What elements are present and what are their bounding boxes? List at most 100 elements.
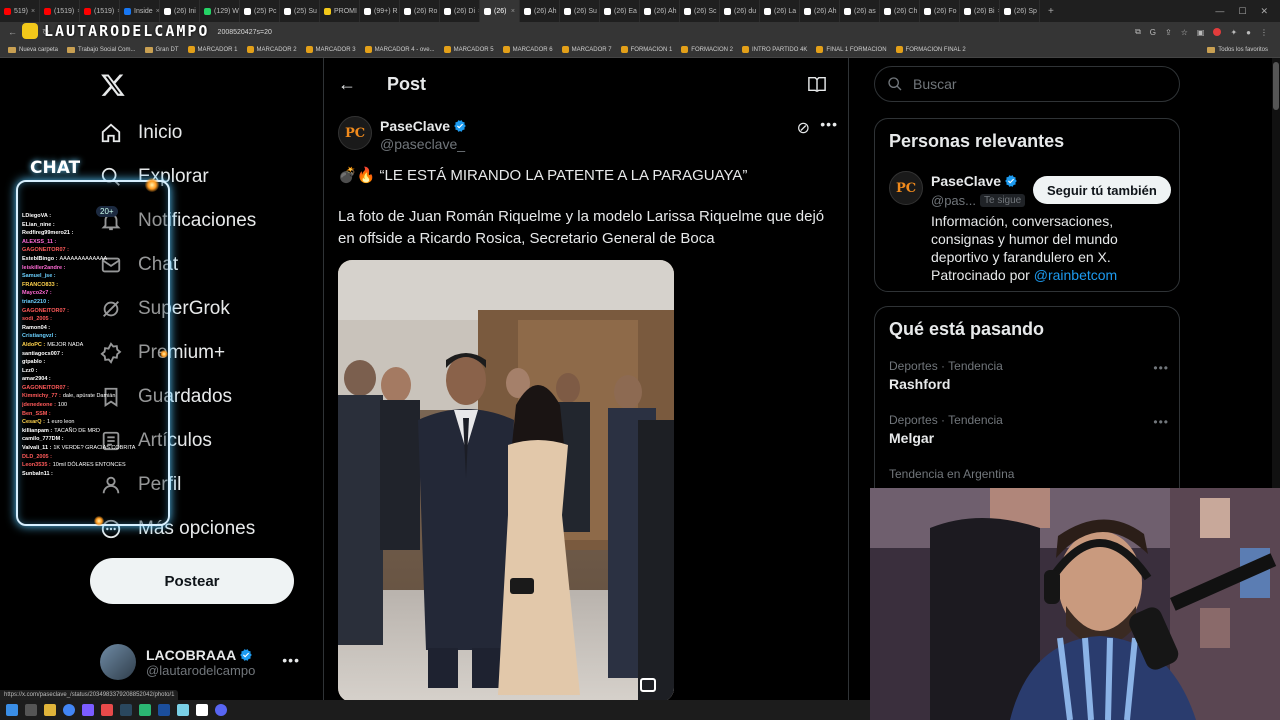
- new-tab-icon[interactable]: +: [1040, 6, 1062, 17]
- bookmark-item[interactable]: FORMACION FINAL 2: [895, 46, 966, 53]
- browser-tab[interactable]: (26) Sc×: [680, 0, 720, 22]
- close-icon[interactable]: ×: [31, 8, 35, 15]
- browser-tab[interactable]: (26) Fo×: [920, 0, 960, 22]
- nav-item-inicio[interactable]: Inicio: [100, 118, 182, 148]
- chrome-icon[interactable]: [63, 704, 75, 716]
- back-arrow-icon[interactable]: ←: [338, 74, 356, 95]
- app-icon[interactable]: [139, 704, 151, 716]
- post-button[interactable]: Postear: [90, 558, 294, 604]
- bookmark-item[interactable]: FORMACION 1: [620, 46, 672, 53]
- author-handle[interactable]: @paseclave_: [380, 136, 465, 152]
- more-icon[interactable]: •••: [282, 652, 300, 668]
- star-icon[interactable]: ☆: [1181, 28, 1188, 37]
- browser-tab[interactable]: 519) ×: [0, 0, 40, 22]
- bookmark-item[interactable]: MARCADOR 3: [305, 46, 356, 53]
- browser-tab[interactable]: (26) Ah×: [520, 0, 560, 22]
- search-box[interactable]: [874, 66, 1180, 102]
- browser-tab[interactable]: (25) Pc×: [240, 0, 280, 22]
- browser-tab[interactable]: (1519)×: [80, 0, 120, 22]
- maximize-icon[interactable]: ☐: [1238, 6, 1246, 17]
- more-icon[interactable]: •••: [1153, 415, 1169, 429]
- steam-icon[interactable]: [120, 704, 132, 716]
- bookmark-item[interactable]: Trabajo Social Com...: [67, 46, 136, 53]
- folder-icon[interactable]: [44, 704, 56, 716]
- back-nav-icon[interactable]: ←: [8, 27, 17, 37]
- cast-icon[interactable]: ⧉: [1135, 27, 1141, 37]
- bookmark-item[interactable]: MARCADOR 7: [561, 46, 612, 53]
- browser-tab[interactable]: (26) Ah×: [640, 0, 680, 22]
- extensions-icon[interactable]: ▣: [1197, 28, 1205, 37]
- browser-tab[interactable]: (26) as×: [840, 0, 880, 22]
- browser-tab[interactable]: PROMI×: [320, 0, 360, 22]
- app-icon[interactable]: [82, 704, 94, 716]
- bookmark-item[interactable]: MARCADOR 6: [502, 46, 553, 53]
- app-icon[interactable]: [158, 704, 170, 716]
- author-name[interactable]: PaseClave: [380, 118, 467, 134]
- trend-item[interactable]: Deportes · Tendencia Rashford •••: [889, 359, 1169, 392]
- post-photo[interactable]: [338, 260, 674, 700]
- browser-tab[interactable]: (26) Di×: [440, 0, 480, 22]
- chat-username: CesarQ :: [22, 419, 45, 426]
- more-icon[interactable]: •••: [1153, 361, 1169, 375]
- browser-tab[interactable]: (25) Su×: [280, 0, 320, 22]
- share-icon[interactable]: ⇪: [1165, 28, 1172, 37]
- bookmark-item[interactable]: MARCADOR 1: [187, 46, 238, 53]
- browser-tab[interactable]: (26) ×: [480, 0, 520, 22]
- account-switcher[interactable]: LACOBRAAA @lautarodelcampo •••: [100, 640, 310, 684]
- bookmark-item[interactable]: MARCADOR 4 - ove...: [364, 46, 435, 53]
- close-icon[interactable]: ×: [511, 8, 515, 15]
- browser-tab[interactable]: (26) Ea×: [600, 0, 640, 22]
- tab-label: (26) Su: [574, 7, 597, 15]
- browser-tab[interactable]: Inside ×: [120, 0, 160, 22]
- alt-text-icon[interactable]: [640, 678, 656, 692]
- browser-tab[interactable]: (26) Su×: [560, 0, 600, 22]
- browser-tab[interactable]: (26) Ch×: [880, 0, 920, 22]
- search-input[interactable]: [913, 76, 1153, 92]
- bookmark-item[interactable]: Nueva carpeta: [8, 46, 58, 53]
- bookmark-item[interactable]: Gran DT: [144, 46, 179, 53]
- close-window-icon[interactable]: ✕: [1260, 6, 1268, 17]
- trend-item[interactable]: Deportes · Tendencia Melgar •••: [889, 413, 1169, 446]
- app-icon[interactable]: [196, 704, 208, 716]
- discord-icon[interactable]: [215, 704, 227, 716]
- app-icon[interactable]: [101, 704, 113, 716]
- browser-tab[interactable]: (26) Ah×: [800, 0, 840, 22]
- bookmark-item[interactable]: MARCADOR 2: [246, 46, 297, 53]
- browser-tab[interactable]: (26) Sp×: [1000, 0, 1040, 22]
- browser-tab[interactable]: (26) du×: [720, 0, 760, 22]
- profile-icon[interactable]: ●: [1246, 28, 1251, 37]
- all-bookmarks[interactable]: Todos los favoritos: [1207, 46, 1280, 53]
- scroll-thumb[interactable]: [1273, 62, 1279, 110]
- x-logo-icon[interactable]: [100, 72, 126, 98]
- record-icon[interactable]: [1213, 28, 1222, 36]
- search-icon[interactable]: [25, 704, 37, 716]
- app-icon[interactable]: [177, 704, 189, 716]
- grok-icon[interactable]: ⊘: [797, 118, 810, 138]
- tab-label: Inside: [134, 7, 153, 15]
- reader-mode-icon[interactable]: [808, 76, 826, 92]
- browser-tab[interactable]: (26) Bi×: [960, 0, 1000, 22]
- start-icon[interactable]: [6, 704, 18, 716]
- trend-item[interactable]: Tendencia en Argentina: [889, 467, 1169, 484]
- puzzle-icon[interactable]: ✦: [1230, 28, 1237, 37]
- translate-icon[interactable]: G: [1150, 28, 1156, 37]
- bookmark-item[interactable]: FINAL 1 FORMACION: [816, 46, 887, 53]
- author-avatar[interactable]: PC: [338, 116, 372, 150]
- relevant-name[interactable]: PaseClave: [931, 173, 1018, 189]
- minimize-icon[interactable]: —: [1215, 6, 1224, 17]
- more-icon[interactable]: •••: [820, 116, 838, 132]
- relevant-avatar[interactable]: PC: [889, 171, 923, 205]
- browser-tab[interactable]: (26) La×: [760, 0, 800, 22]
- browser-tab[interactable]: (1519)×: [40, 0, 80, 22]
- browser-tab[interactable]: (26) Ro×: [400, 0, 440, 22]
- browser-tab[interactable]: (129) W×: [200, 0, 240, 22]
- follow-button[interactable]: Seguir tú también: [1033, 176, 1171, 204]
- sponsor-link[interactable]: @rainbetcom: [1034, 267, 1117, 283]
- bookmark-item[interactable]: INTRO PARTIDO 4K: [741, 46, 807, 53]
- url-field[interactable]: 2008520427s=20: [218, 29, 272, 36]
- browser-tab[interactable]: (26) Ini×: [160, 0, 200, 22]
- menu-icon[interactable]: ⋮: [1260, 28, 1268, 37]
- bookmark-item[interactable]: FORMACION 2: [681, 46, 733, 53]
- bookmark-item[interactable]: MARCADOR 5: [443, 46, 494, 53]
- browser-tab[interactable]: (99+) R×: [360, 0, 400, 22]
